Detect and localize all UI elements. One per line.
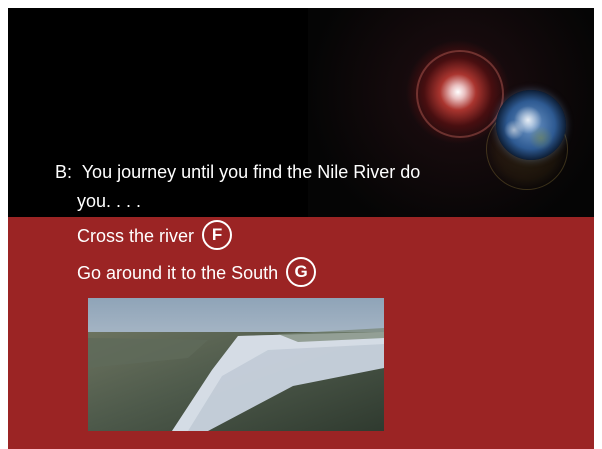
option-g: Go around it to the South G — [77, 257, 317, 289]
option-f-text: Cross the river — [77, 225, 195, 246]
question-text-line2: you. . . . — [77, 190, 141, 212]
lens-flare-ring — [416, 50, 504, 138]
question-text: You journey until you find the Nile Rive… — [81, 162, 421, 182]
option-f-badge: F — [202, 220, 233, 250]
slide-frame-top — [0, 0, 602, 8]
bottom-strip — [8, 431, 594, 449]
slide: B: You journey until you find the Nile R… — [0, 0, 602, 449]
nile-river-image — [88, 298, 384, 431]
river-water — [88, 328, 384, 431]
slide-frame-left — [0, 0, 8, 449]
option-g-text: Go around it to the South — [77, 262, 279, 283]
slide-frame-right — [594, 0, 602, 449]
question-label: B: — [55, 162, 73, 182]
question-text-line1: B: You journey until you find the Nile R… — [55, 161, 420, 183]
earth-in-space-image — [308, 8, 594, 228]
earth-icon — [496, 90, 566, 160]
option-g-badge: G — [286, 257, 317, 287]
question-text-continuation: you. . . . — [77, 191, 142, 211]
option-f: Cross the river F — [77, 220, 233, 252]
